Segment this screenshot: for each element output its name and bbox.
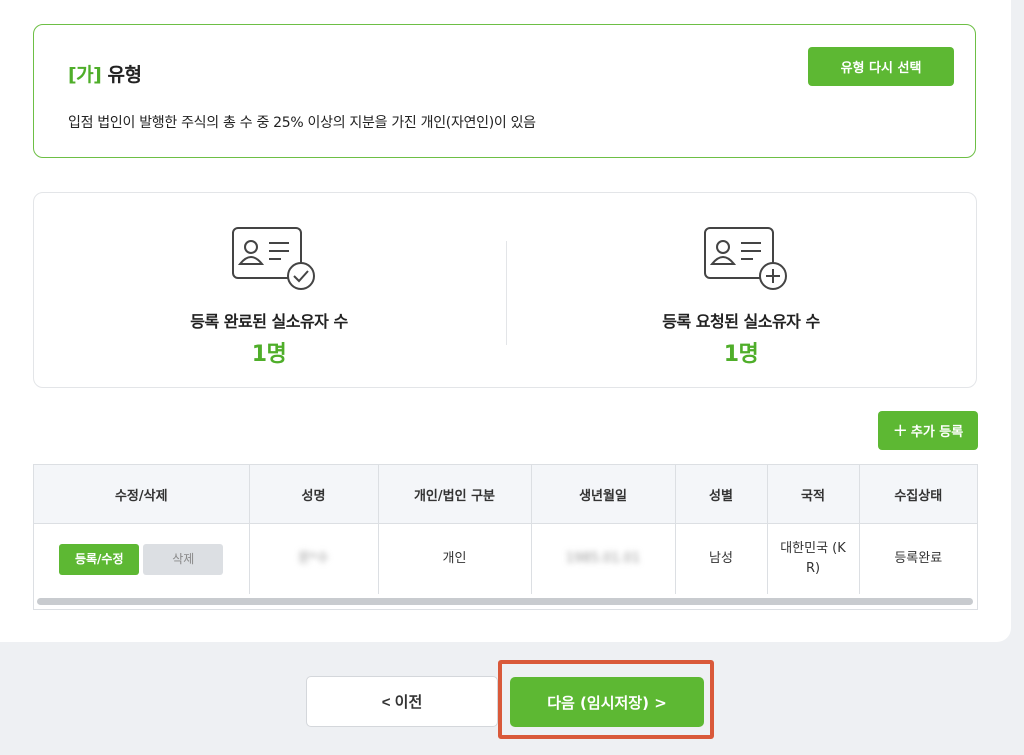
plus-icon: + (892, 420, 908, 441)
header-status: 수집상태 (859, 465, 977, 524)
edit-button[interactable]: 등록/수정 (59, 543, 140, 575)
registered-count: 1명 (251, 342, 287, 367)
header-birthdate: 생년월일 (531, 465, 676, 524)
add-registration-label: 추가 등록 (910, 425, 964, 440)
cell-gender: 남성 (675, 523, 768, 594)
cell-actions: 등록/수정 삭제 (34, 523, 250, 594)
cell-name: 문*수 (249, 523, 379, 594)
table-header-row: 수정/삭제 성명 개인/법인 구분 생년월일 성별 국적 수집상태 (34, 465, 977, 524)
header-nationality: 국적 (767, 465, 860, 524)
main-card: [가] 유형 입점 법인이 발행한 주식의 총 수 중 25% 이상의 지분을 … (0, 0, 1011, 642)
cell-entity-type: 개인 (378, 523, 532, 594)
id-card-check-icon (232, 227, 315, 290)
requested-label: 등록 요청된 실소유자 수 (662, 312, 820, 331)
highlight-box (498, 660, 714, 739)
horizontal-scrollbar[interactable] (37, 598, 973, 605)
name-value: 문*수 (298, 551, 329, 566)
type-description: 입점 법인이 발행한 주식의 총 수 중 25% 이상의 지분을 가진 개인(자… (68, 115, 536, 131)
requested-stat: 등록 요청된 실소유자 수 1명 (506, 193, 976, 389)
header-gender: 성별 (675, 465, 768, 524)
birthdate-value: 1985.01.01 (565, 551, 641, 566)
type-title: [가] 유형 (68, 60, 142, 87)
cell-birthdate: 1985.01.01 (531, 523, 676, 594)
header-edit-delete: 수정/삭제 (34, 465, 250, 524)
registered-stat: 등록 완료된 실소유자 수 1명 (34, 193, 504, 389)
type-marker: [가] (68, 64, 102, 86)
requested-count: 1명 (723, 342, 759, 367)
type-section: [가] 유형 입점 법인이 발행한 주식의 총 수 중 25% 이상의 지분을 … (33, 24, 976, 158)
cell-status: 등록완료 (894, 551, 943, 566)
cell-nationality: 대한민국 (KR) (767, 523, 860, 594)
owners-table: 수정/삭제 성명 개인/법인 구분 생년월일 성별 국적 수집상태 등록/수정 삭… (33, 464, 978, 610)
header-name: 성명 (249, 465, 379, 524)
delete-button[interactable]: 삭제 (143, 543, 224, 575)
type-title-text: 유형 (107, 64, 142, 86)
reselect-type-button[interactable]: 유형 다시 선택 (808, 47, 954, 86)
table-row: 등록/수정 삭제 문*수 개인 1985.01.01 남성 대한민국 (KR) 등… (34, 523, 977, 594)
prev-button[interactable]: < 이전 (306, 676, 498, 727)
nationality-value: 대한민국 (KR) (780, 541, 846, 576)
registered-label: 등록 완료된 실소유자 수 (190, 312, 348, 331)
id-card-plus-icon (704, 227, 787, 290)
add-registration-button[interactable]: + 추가 등록 (878, 411, 978, 450)
header-entity-type: 개인/법인 구분 (378, 465, 532, 524)
stats-panel: 등록 완료된 실소유자 수 1명 등록 요청된 실소유자 수 1명 (33, 192, 977, 388)
